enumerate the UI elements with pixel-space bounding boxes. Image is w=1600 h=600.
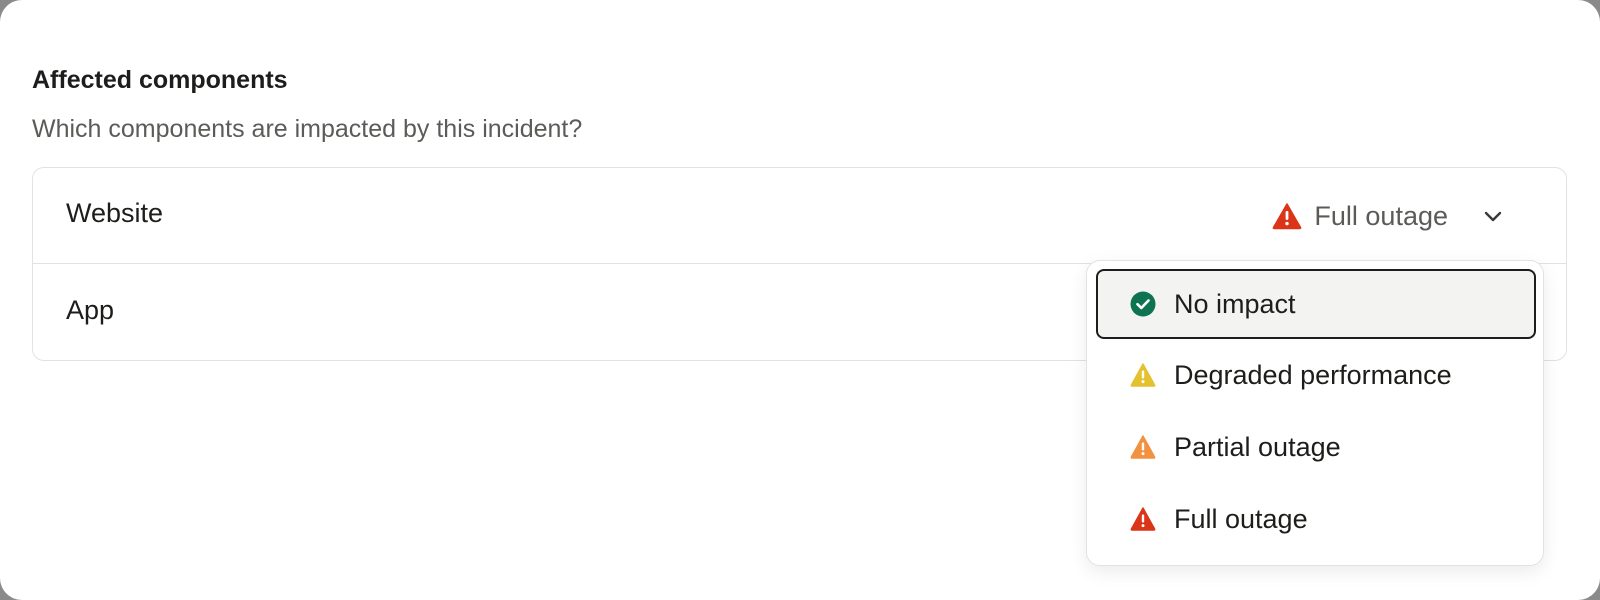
warning-triangle-yellow-icon [1130,362,1156,388]
option-partial-outage[interactable]: Partial outage [1096,412,1536,482]
option-degraded-performance[interactable]: Degraded performance [1096,340,1536,410]
warning-triangle-red-icon [1130,506,1156,532]
option-label: Partial outage [1174,431,1341,462]
component-name: App [66,295,115,325]
impact-dropdown-menu: No impact Degraded performance Partial o… [1086,260,1544,566]
chevron-down-icon [1482,205,1504,227]
warning-triangle-red-icon [1272,202,1302,230]
component-row-website: Website Full outage [33,168,1566,264]
option-label: Degraded performance [1174,359,1452,390]
option-full-outage[interactable]: Full outage [1096,484,1536,554]
incident-modal: Affected components Which components are… [0,0,1600,600]
section-subtitle: Which components are impacted by this in… [32,115,583,143]
status-select-website[interactable]: Full outage [1272,196,1504,236]
section-title: Affected components [32,66,288,94]
component-name: Website [66,198,164,228]
status-label: Full outage [1314,200,1448,231]
option-no-impact[interactable]: No impact [1096,269,1536,339]
warning-triangle-orange-icon [1130,434,1156,460]
check-circle-green-icon [1130,291,1156,317]
option-label: Full outage [1174,503,1308,534]
option-label: No impact [1174,288,1296,319]
